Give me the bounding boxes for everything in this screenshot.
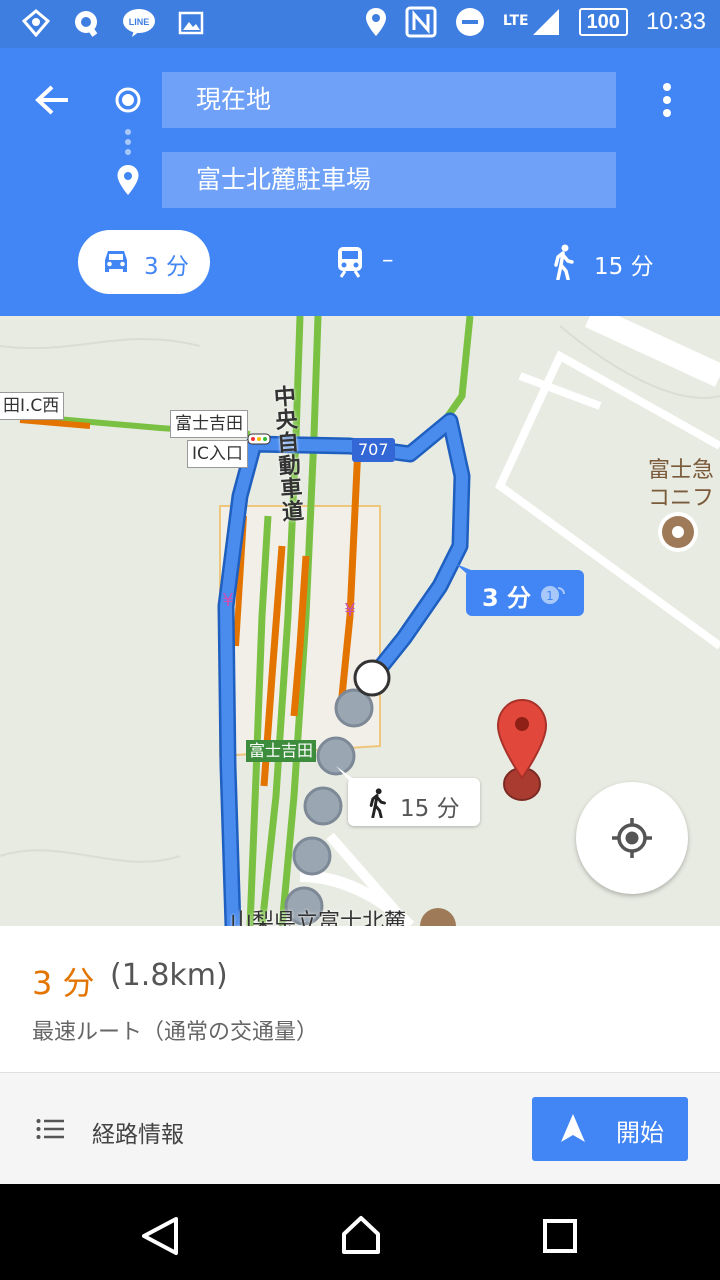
walk-route-callout[interactable]: 15 分 — [348, 778, 480, 826]
status-bar: LINE LTE 100 10:33 — [0, 0, 720, 48]
map-label-bottom-place: 山梨県立富士北麓 — [230, 910, 407, 926]
drive-route-callout[interactable]: 3 分 1 — [466, 570, 584, 616]
more-vert-icon[interactable] — [660, 82, 674, 118]
start-label: 開始 — [616, 1119, 664, 1147]
traffic-info-icon: 1 — [541, 586, 565, 604]
svg-text:1: 1 — [546, 589, 554, 603]
drive-callout-time: 3 分 — [482, 584, 532, 612]
battery-icon: 100 — [578, 8, 628, 36]
line-icon: LINE — [123, 9, 155, 37]
app-icon — [22, 9, 50, 37]
destination-pin-icon — [117, 165, 139, 195]
walk-icon — [554, 244, 574, 280]
map-label-ic-west: 田I.C西 — [0, 392, 65, 420]
directions-header: 現在地 富士北麓駐車場 3 分 – 15 分 — [0, 48, 720, 316]
drive-time: 3 分 — [144, 254, 189, 280]
walk-time: 15 分 — [594, 254, 654, 280]
steps-label: 経路情報 — [92, 1122, 184, 1148]
drive-callout-tail — [456, 564, 476, 582]
tab-transit[interactable]: – — [320, 230, 430, 294]
crosshair-icon — [612, 818, 652, 858]
navigation-arrow-icon — [561, 1114, 585, 1142]
start-button[interactable]: 開始 — [532, 1097, 688, 1161]
walk-callout-time: 15 分 — [400, 796, 460, 822]
walk-small-icon — [369, 788, 386, 818]
q-app-icon — [75, 11, 98, 37]
map-view[interactable]: ¥ ¥ 田I.C西 富士吉田 IC入口 707 中央自動車道 富士急 コニフ 富… — [0, 316, 720, 926]
map-label-fujiyoshida-green: 富士吉田 — [246, 740, 317, 762]
route-dots-icon — [125, 129, 131, 155]
route-number-badge: 707 — [352, 438, 395, 462]
summary-time: 3 分 — [32, 964, 95, 1002]
system-nav-bar — [0, 1184, 720, 1280]
car-icon — [105, 251, 127, 272]
destination-input[interactable]: 富士北麓駐車場 — [162, 152, 616, 208]
list-icon — [36, 1119, 64, 1139]
back-arrow-icon[interactable] — [34, 84, 70, 116]
transit-time: – — [382, 247, 394, 273]
svg-text:¥: ¥ — [344, 600, 355, 621]
tab-drive[interactable]: 3 分 — [78, 230, 210, 294]
map-label-fujiyoshida: 富士吉田 — [170, 410, 248, 438]
nfc-icon — [405, 6, 437, 38]
origin-input[interactable]: 現在地 — [162, 72, 616, 128]
recents-icon[interactable] — [542, 1218, 578, 1254]
svg-text:¥: ¥ — [222, 590, 233, 611]
train-icon — [338, 247, 362, 278]
summary-distance: (1.8km) — [110, 958, 228, 993]
svg-text:LINE: LINE — [129, 17, 150, 27]
walk-callout-tail — [336, 766, 352, 784]
action-bar: 経路情報 開始 — [0, 1072, 720, 1184]
summary-subtitle: 最速ルート（通常の交通量） — [32, 1020, 319, 1045]
lte-label: LTE — [502, 13, 529, 29]
gallery-icon — [178, 11, 204, 35]
home-icon[interactable] — [340, 1214, 382, 1256]
signal-icon — [532, 9, 559, 35]
clock: 10:33 — [645, 8, 706, 35]
location-icon — [365, 8, 386, 36]
route-summary[interactable]: 3 分 (1.8km) 最速ルート（通常の交通量） — [0, 926, 720, 1072]
map-label-poi-2: コニフ — [648, 486, 715, 511]
origin-dot-icon — [115, 87, 141, 113]
dnd-icon — [455, 8, 484, 36]
my-location-button[interactable] — [576, 782, 688, 894]
map-label-ic-entrance: IC入口 — [187, 440, 248, 468]
tab-walk[interactable]: 15 分 — [540, 230, 680, 294]
back-icon[interactable] — [140, 1216, 180, 1256]
